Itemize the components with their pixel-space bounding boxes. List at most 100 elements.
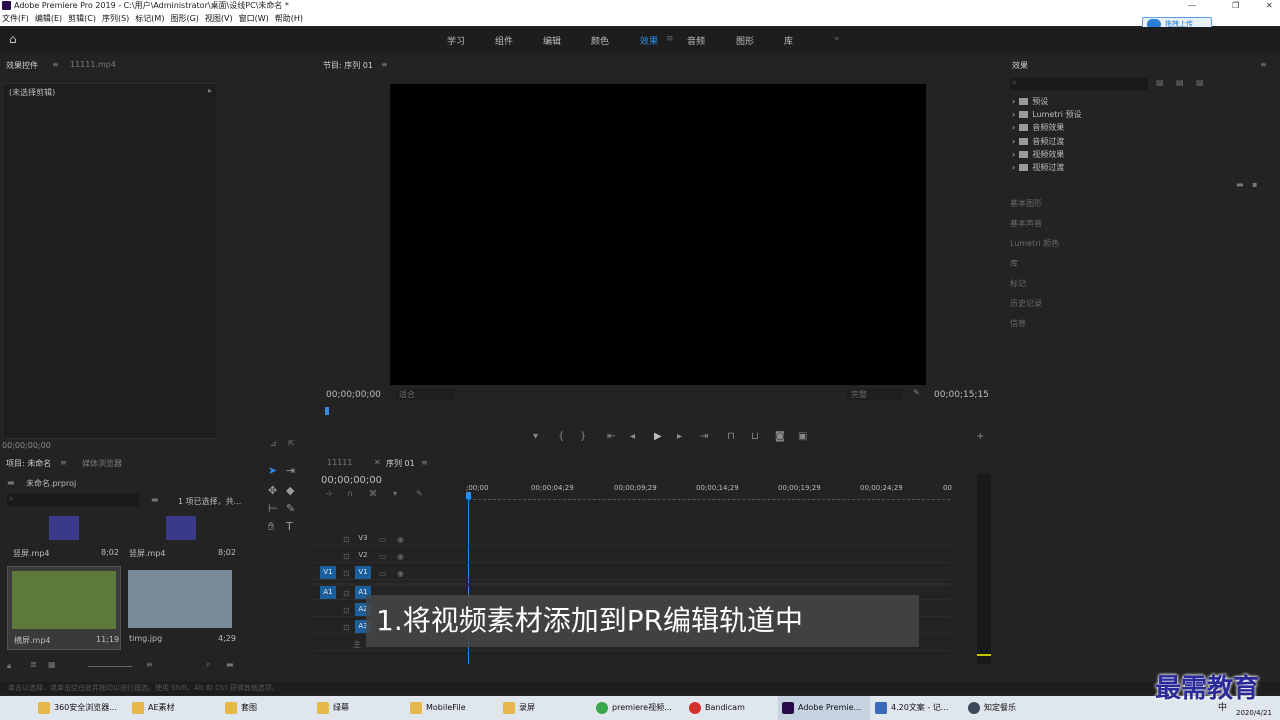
taskbar-item[interactable]: 4.20文案 - 记... [871,696,963,720]
effects-menu-icon[interactable]: ≡ [1260,60,1267,69]
taskbar-item[interactable]: 录屏 [499,696,591,720]
menu-window[interactable]: 窗口(W) [239,14,269,23]
project-item[interactable]: 竖屏.mp4 8;02 [124,514,236,566]
taskbar-item[interactable]: 360安全浏览器... [34,696,126,720]
wrench-icon[interactable]: ✎ [913,388,920,397]
zoom-slider[interactable] [88,666,132,667]
panel-essential-sound[interactable]: 基本声音 [1010,218,1042,229]
track-label[interactable]: V1 [355,566,371,579]
ripple-edit-tool-icon[interactable]: ✥ [268,484,277,497]
menu-edit[interactable]: 编辑(E) [35,14,62,23]
effects-folder-video-effects[interactable]: › 视频效果 [1012,149,1064,160]
eye-icon[interactable]: ◉ [397,569,404,578]
workspace-color[interactable]: 颜色 [591,34,609,47]
menu-file[interactable]: 文件(F) [2,14,29,23]
workspace-libraries[interactable]: 库 [784,34,793,47]
menu-view[interactable]: 视图(V) [205,14,233,23]
list-view-icon[interactable]: ≣ [30,660,37,669]
step-forward-icon[interactable]: ▸ [677,431,682,442]
panel-markers[interactable]: 标记 [1010,278,1026,289]
program-timecode-left[interactable]: 00;00;00;00 [326,390,381,400]
time-ruler[interactable] [468,496,950,500]
menu-help[interactable]: 帮助(H) [275,14,303,23]
workspace-editing[interactable]: 编辑 [543,34,561,47]
taskbar-item[interactable]: premiere视频... [592,696,684,720]
nest-icon[interactable]: ⊹ [326,489,333,498]
add-marker-icon[interactable]: ▾ [393,489,397,498]
track-label[interactable]: V2 [355,549,371,562]
effects-folder-presets[interactable]: › 预设 [1012,96,1048,107]
slip-tool-icon[interactable]: ⊢ [268,502,278,515]
snap-icon[interactable]: ∩ [347,489,353,498]
tray-date[interactable]: 2020/4/21 [1236,709,1272,717]
project-item[interactable]: 竖屏.mp4 8;02 [7,514,119,566]
program-title[interactable]: 节目: 序列 01 [323,60,373,71]
workspace-menu-icon[interactable]: ≡ [666,34,674,44]
minimize-icon[interactable]: — [1188,0,1196,12]
panel-lumetri-color[interactable]: Lumetri 颜色 [1010,238,1059,249]
effects-search-input[interactable]: ⌕ [1010,78,1148,90]
taskbar-item[interactable]: Bandicam [685,696,777,720]
track-row[interactable] [313,532,950,546]
project-item[interactable]: timg.jpg 4;29 [124,566,238,650]
step-back-icon[interactable]: ◂ [630,431,635,442]
taskbar-item[interactable]: MobileFile [406,696,498,720]
new-bin-icon[interactable]: ▬ [151,495,159,504]
workspace-effects[interactable]: 效果 [640,34,658,47]
sync-icon[interactable]: ▭ [379,569,387,578]
taskbar-item[interactable]: AE素材 [128,696,220,720]
yuv-icon[interactable]: ▤ [1196,78,1204,87]
panel-history[interactable]: 历史记录 [1010,298,1042,309]
track-row[interactable] [313,566,950,580]
taskbar-item[interactable]: 绿幕 [313,696,405,720]
sync-icon[interactable]: ▭ [379,552,387,561]
home-icon[interactable]: ⌂ [9,32,17,46]
close-icon[interactable]: ✕ [1266,0,1273,12]
tab-sequence-01[interactable]: 序列 01 [386,458,415,469]
go-to-in-icon[interactable]: ⇤ [607,431,615,442]
more-workspaces-icon[interactable]: » [834,34,840,44]
expand-icon[interactable]: ▸ [208,86,212,95]
panel-essential-graphics[interactable]: 基本图形 [1010,198,1042,209]
fit-dropdown[interactable]: 适合 [395,389,455,401]
effects-folder-audio-transitions[interactable]: › 音频过渡 [1012,136,1064,147]
type-tool-icon[interactable]: T [286,520,293,533]
linked-selection-icon[interactable]: ⌘ [369,489,377,498]
menu-marker[interactable]: 标记(M) [135,14,164,23]
new-bin-icon[interactable]: ▬ [226,660,234,669]
menu-graphics[interactable]: 图形(G) [170,14,198,23]
tab-source-clip[interactable]: 11111.mp4 [70,60,116,69]
extract-icon[interactable]: ⊔ [751,431,759,442]
find-icon[interactable]: ⌕ [206,660,210,670]
tab-sequence-11111[interactable]: 11111 [327,458,352,467]
panel-libraries[interactable]: 库 [1010,258,1018,269]
settings-wrench-icon[interactable]: ✎ [416,489,423,498]
lock-icon[interactable]: ⊡ [343,569,350,578]
mark-out-icon[interactable]: } [580,431,586,442]
workspace-learn[interactable]: 学习 [447,34,465,47]
hand-tool-icon[interactable]: ✋︎ [268,520,274,534]
sort-icon[interactable]: ≡ [146,660,153,669]
tab-effect-controls[interactable]: 效果控件 [6,60,38,71]
quality-dropdown[interactable]: 完整 [847,389,903,401]
source-patch-a1[interactable]: A1 [320,586,336,599]
taskbar-item[interactable]: 套图 [221,696,313,720]
track-row[interactable] [313,549,950,563]
lock-icon[interactable]: ⊡ [343,606,350,615]
playhead-handle[interactable] [466,492,471,499]
menu-sequence[interactable]: 序列(S) [102,14,129,23]
delete-icon[interactable]: ▪ [1252,180,1257,189]
export-icon[interactable]: ⇱ [288,439,295,448]
project-menu-icon[interactable]: ≡ [60,458,67,467]
lift-icon[interactable]: ⊓ [727,431,735,442]
eye-icon[interactable]: ◉ [397,552,404,561]
compare-icon[interactable]: ▣ [798,431,807,442]
go-to-out-icon[interactable]: ⇥ [700,431,708,442]
maximize-icon[interactable]: ❐ [1232,0,1239,12]
camera-icon[interactable]: ◙ [775,431,785,442]
play-icon[interactable]: ▶ [654,431,662,442]
selection-tool-icon[interactable]: ➤ [268,464,277,477]
playhead-marker[interactable] [325,407,329,415]
track-select-tool-icon[interactable]: ⇥ [286,464,295,477]
video-preview[interactable] [390,84,926,385]
